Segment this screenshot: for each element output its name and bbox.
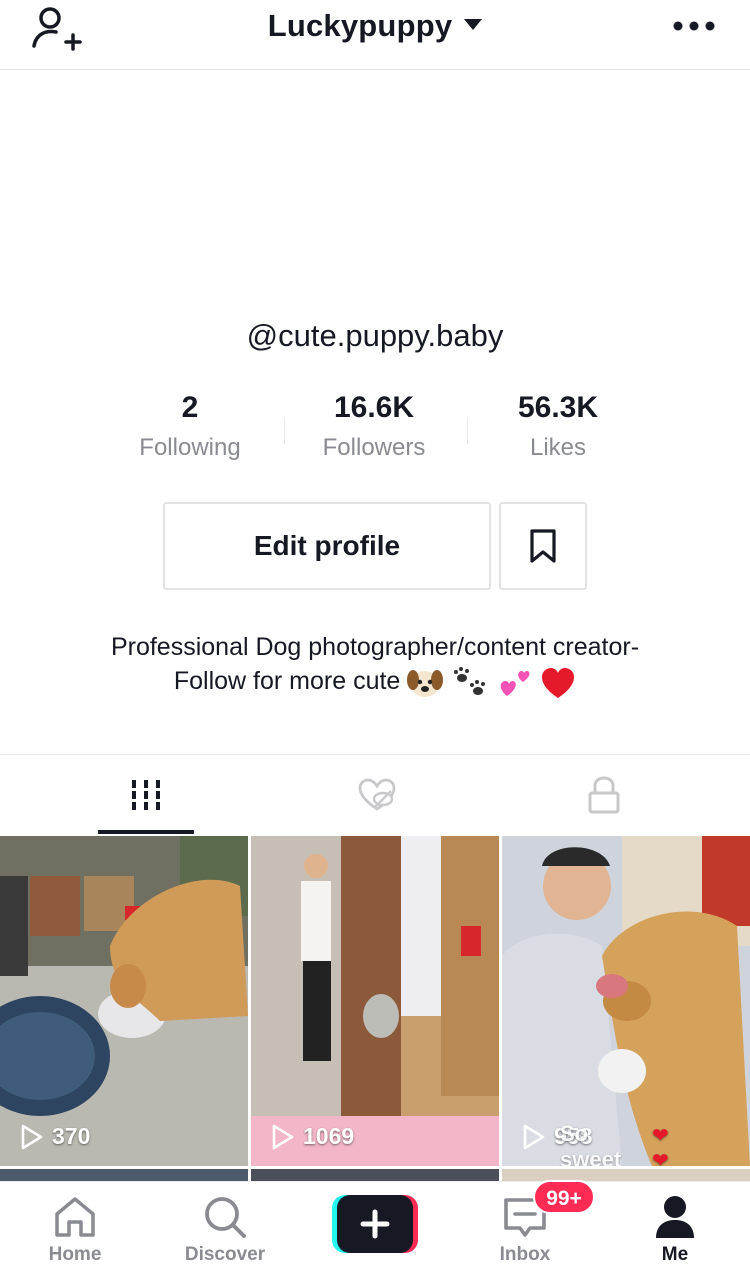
video-thumbnail-partial[interactable] [0,1169,248,1181]
bio-emojis [407,665,576,700]
view-count: 370 [20,1123,90,1150]
tab-liked[interactable] [252,755,502,835]
tab-private[interactable] [479,755,729,835]
home-icon [55,1197,95,1237]
stat-likes: 56.3K Likes [468,388,648,462]
bio-line-2-text: Follow for more cute [173,667,401,695]
bottom-navigation: Home Discover Inbox Me [0,1181,750,1276]
red-heart-icon [542,668,575,699]
stat-following[interactable]: 2 Following [100,388,280,462]
profile-stats: 2 Following 16.6K Followers 56.3K Likes [100,388,650,468]
video-grid: 370 1069 958 So sweet ❤❤ [0,836,750,1181]
bio-line-2: Follow for more cute [0,664,750,700]
play-icon [523,1124,545,1149]
nav-discover-label: Discover [184,1244,266,1265]
video-thumbnail[interactable]: 370 [0,836,248,1166]
private-lock-icon [588,776,620,814]
edit-profile-button[interactable]: Edit profile [163,502,491,590]
inbox-badge: 99+ [533,1180,595,1214]
video-caption-overlay: So sweet [560,1121,622,1166]
more-options-icon[interactable] [672,17,716,35]
thumbnail-image [0,836,248,1166]
search-icon [205,1197,246,1238]
nav-me[interactable]: Me [600,1182,750,1276]
account-switcher[interactable]: Luckypuppy [0,8,750,44]
chevron-down-icon [464,19,483,30]
paw-prints-icon [454,667,486,696]
nav-discover[interactable]: Discover [150,1182,300,1276]
profile-bio: Professional Dog photographer/content cr… [0,630,750,700]
caption-hearts: ❤❤ [652,1125,669,1166]
create-plus-icon[interactable] [332,1195,418,1253]
top-bar: Luckypuppy [0,0,750,70]
favorites-button[interactable] [499,502,587,590]
dog-face-icon [407,670,444,698]
bio-line-1: Professional Dog photographer/content cr… [110,633,640,661]
following-count: 2 [181,391,199,424]
view-count-value: 1069 [303,1123,355,1149]
profile-tabs [0,754,750,834]
likes-label: Likes [529,434,587,461]
likes-count: 56.3K [517,391,599,424]
play-icon [272,1124,294,1149]
play-icon [21,1124,43,1149]
view-count-value: 370 [52,1123,91,1149]
nav-home-label: Home [48,1244,102,1265]
thumbnail-image [251,836,499,1166]
following-label: Following [139,434,241,461]
nav-home[interactable]: Home [0,1182,150,1276]
page-title: Luckypuppy [267,8,453,43]
video-thumbnail-partial[interactable] [502,1169,750,1181]
view-count: 958 So sweet ❤❤ [522,1121,669,1166]
tab-videos[interactable] [21,755,271,835]
thumbnail-image [502,836,750,1166]
view-count: 1069 [271,1123,354,1150]
liked-hidden-icon [358,778,396,811]
stat-followers[interactable]: 16.6K Followers [284,388,464,462]
active-tab-indicator [98,830,194,834]
video-thumbnail-partial[interactable] [251,1169,499,1181]
followers-label: Followers [322,434,426,461]
bookmark-icon [530,529,556,563]
followers-count: 16.6K [333,391,415,424]
profile-handle: @cute.puppy.baby [246,318,504,353]
video-thumbnail[interactable]: 958 So sweet ❤❤ [502,836,750,1166]
two-hearts-icon [500,670,530,697]
video-thumbnail[interactable]: 1069 [251,836,499,1166]
profile-icon [656,1196,694,1238]
nav-me-label: Me [661,1244,689,1265]
videos-grid-icon [132,780,160,810]
nav-inbox-label: Inbox [499,1244,551,1265]
